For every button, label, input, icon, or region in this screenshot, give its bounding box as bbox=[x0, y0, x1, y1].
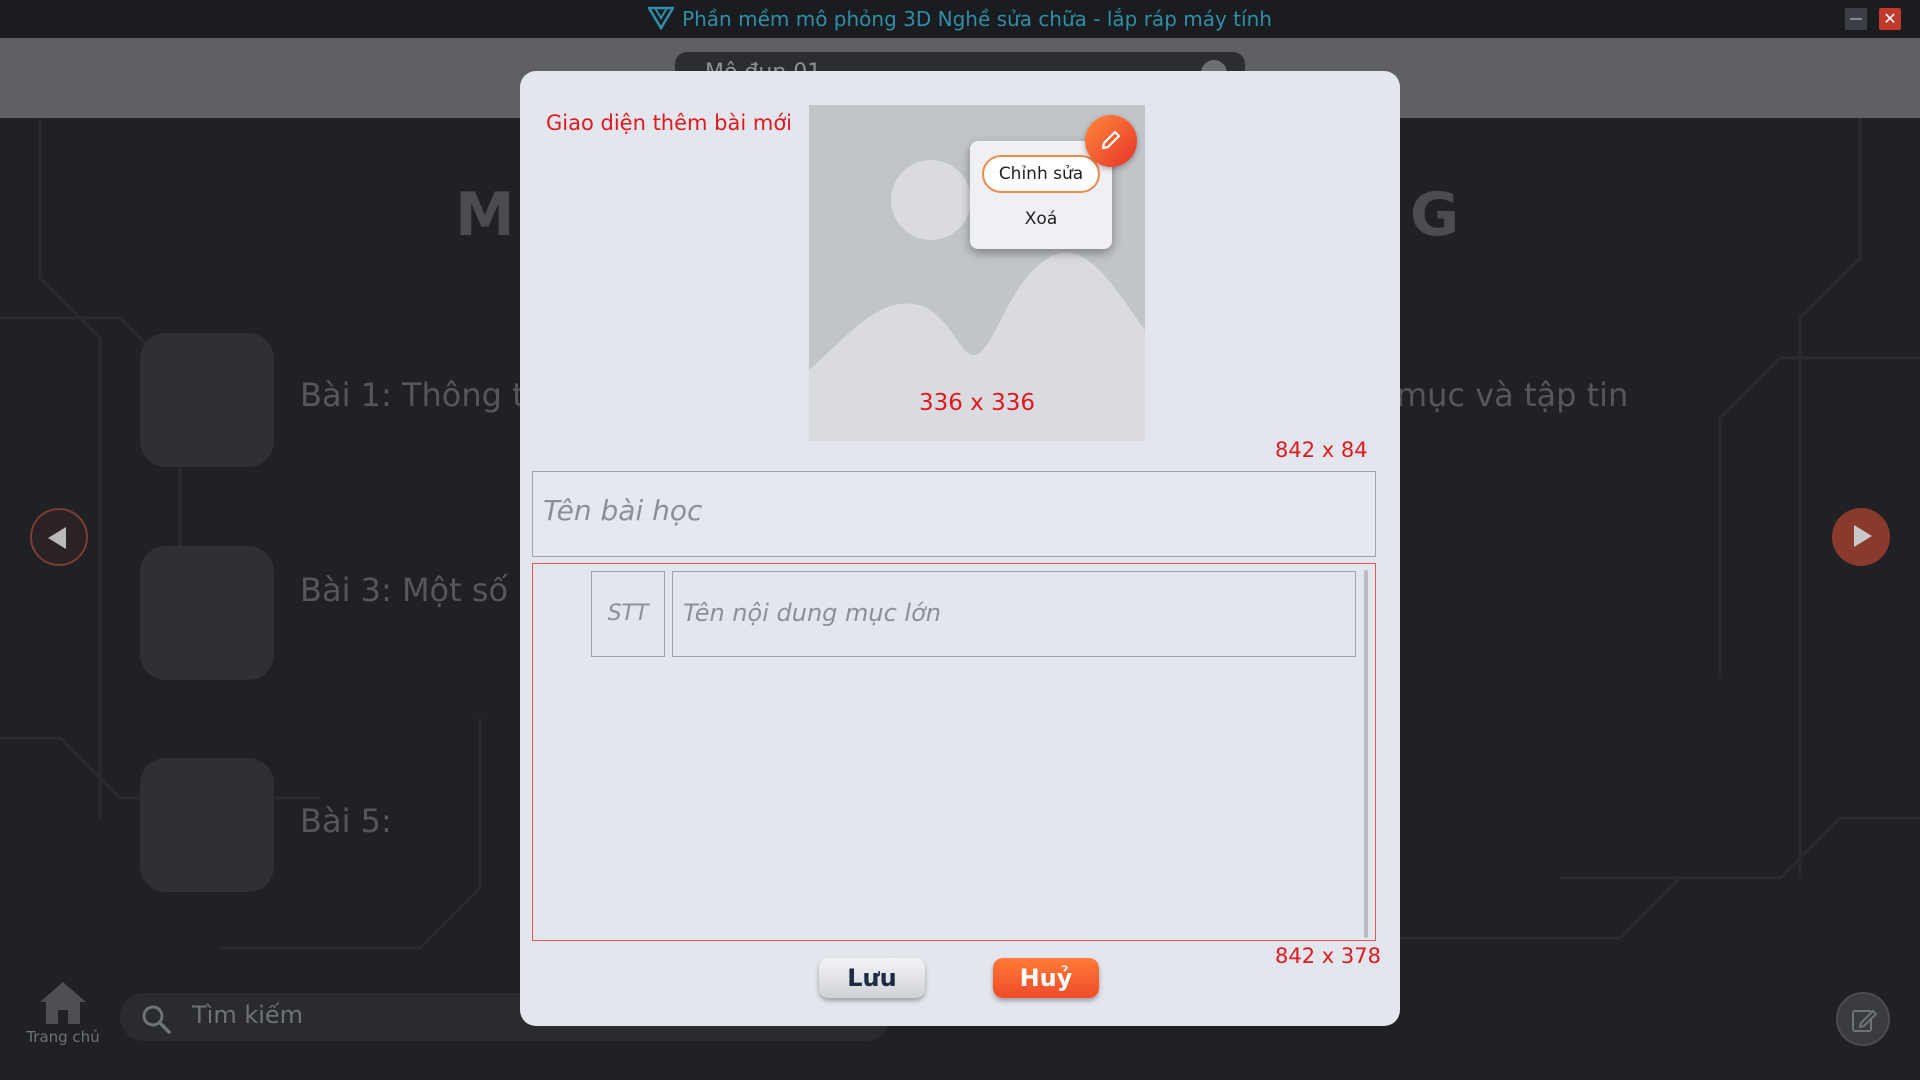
edit-image-button[interactable] bbox=[1085, 115, 1137, 167]
dialog-title: Giao diện thêm bài mới bbox=[546, 111, 793, 135]
pencil-icon bbox=[1101, 130, 1121, 150]
section-name-placeholder: Tên nội dung mục lớn bbox=[683, 599, 941, 627]
image-size-label: 336 x 336 bbox=[918, 390, 1036, 416]
lesson-label-right[interactable]: mục và tập tin bbox=[1396, 376, 1628, 414]
close-icon[interactable]: ✕ bbox=[1879, 8, 1901, 30]
lesson-tile-3[interactable] bbox=[140, 546, 274, 680]
home-icon bbox=[40, 982, 86, 1024]
save-button[interactable]: Lưu bbox=[819, 958, 925, 998]
home-button[interactable]: Trang chủ bbox=[22, 980, 104, 1060]
menu-item-delete[interactable]: Xoá bbox=[982, 201, 1100, 237]
window-title: Phần mềm mô phỏng 3D Nghề sửa chữa - lắp… bbox=[682, 7, 1272, 31]
menu-item-edit[interactable]: Chỉnh sửa bbox=[982, 155, 1100, 193]
chevron-right-icon[interactable] bbox=[1832, 508, 1890, 566]
cancel-button[interactable]: Huỷ bbox=[993, 958, 1099, 998]
lesson-label-3[interactable]: Bài 3: Một số vấ bbox=[300, 571, 557, 609]
add-lesson-dialog: Giao diện thêm bài mới 336 x 336 Chỉnh s… bbox=[520, 71, 1400, 1026]
content-scrollbar[interactable] bbox=[1364, 570, 1368, 938]
background-heading-right: G bbox=[1410, 180, 1460, 250]
title-input-size-label: 842 x 84 bbox=[1275, 438, 1368, 462]
lesson-label-1[interactable]: Bài 1: Thông tin bbox=[300, 376, 554, 414]
window-title-row: Phần mềm mô phỏng 3D Nghề sửa chữa - lắp… bbox=[0, 6, 1920, 31]
minimize-icon[interactable] bbox=[1845, 8, 1867, 30]
logo-icon bbox=[648, 6, 675, 30]
home-label: Trang chủ bbox=[26, 1028, 100, 1046]
search-icon bbox=[142, 1005, 171, 1034]
background-heading-left: M bbox=[455, 180, 515, 250]
pencil-icon bbox=[1852, 1009, 1877, 1032]
chevron-left-icon[interactable] bbox=[30, 508, 88, 566]
edit-mode-button[interactable] bbox=[1836, 992, 1890, 1046]
section-name-input[interactable]: Tên nội dung mục lớn bbox=[672, 571, 1356, 657]
lesson-label-5[interactable]: Bài 5: bbox=[300, 802, 392, 840]
stt-placeholder: STT bbox=[607, 601, 649, 626]
search-placeholder: Tìm kiếm bbox=[192, 1001, 304, 1029]
title-bar: Phần mềm mô phỏng 3D Nghề sửa chữa - lắp… bbox=[0, 0, 1920, 38]
lesson-tile-1[interactable] bbox=[140, 333, 274, 467]
content-sections-area: STT Tên nội dung mục lớn bbox=[532, 563, 1376, 941]
lesson-name-input[interactable]: Tên bài học bbox=[532, 471, 1376, 557]
content-size-label: 842 x 378 bbox=[1275, 944, 1381, 968]
lesson-tile-5[interactable] bbox=[140, 758, 274, 892]
stt-input[interactable]: STT bbox=[591, 571, 665, 657]
lesson-name-placeholder: Tên bài học bbox=[543, 494, 703, 527]
